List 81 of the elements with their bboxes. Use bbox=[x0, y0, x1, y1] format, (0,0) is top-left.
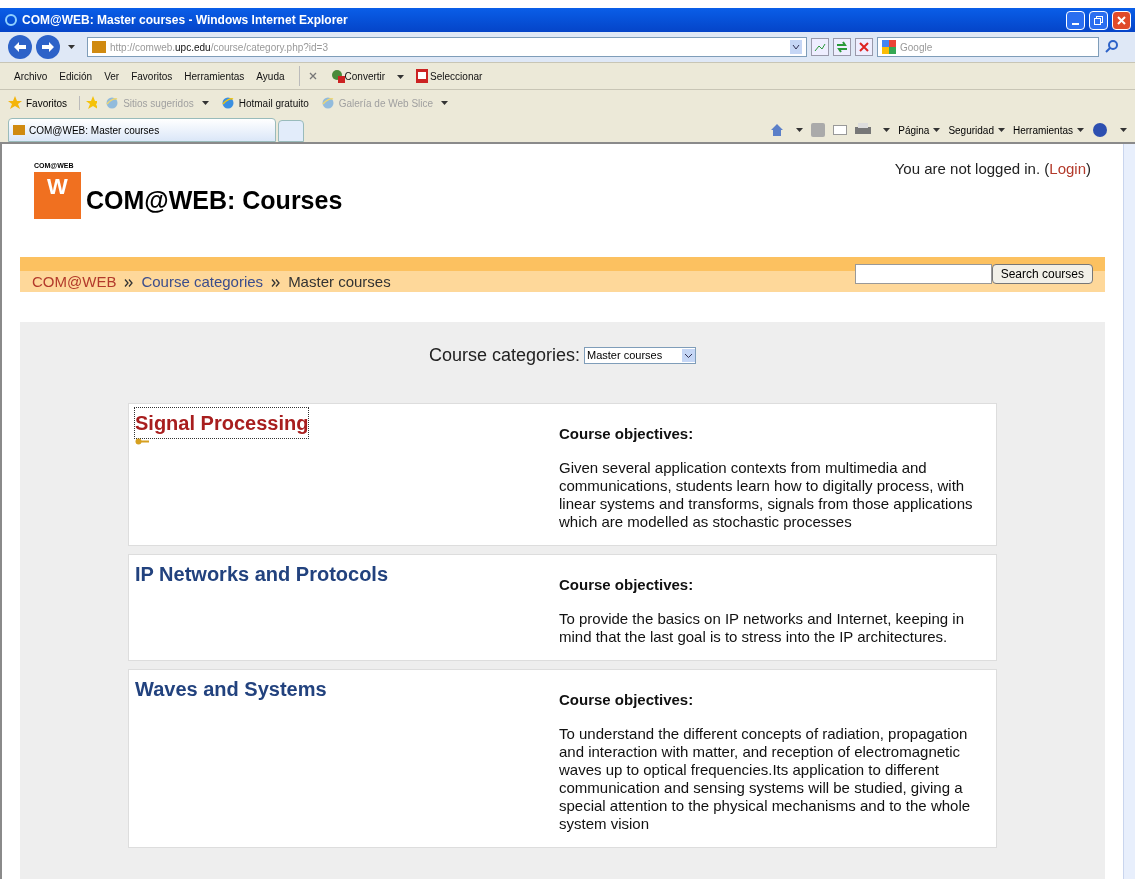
stop-icon[interactable] bbox=[855, 38, 873, 56]
site-icon bbox=[13, 125, 25, 135]
course-title-link[interactable]: IP Networks and Protocols bbox=[135, 559, 389, 589]
mail-icon[interactable] bbox=[833, 125, 848, 135]
caret-icon bbox=[933, 128, 941, 132]
caret-icon bbox=[397, 74, 405, 79]
caret-icon bbox=[201, 101, 209, 105]
objectives-heading: Course objectives: bbox=[559, 576, 695, 594]
restore-icon bbox=[1094, 15, 1103, 25]
login-link[interactable]: Login bbox=[1049, 160, 1086, 177]
logo: W bbox=[34, 172, 81, 219]
course-title-link[interactable]: Signal Processing bbox=[135, 408, 309, 438]
breadcrumb-separator-icon bbox=[124, 278, 134, 287]
site-heading: COM@WEB: Courses bbox=[86, 185, 343, 216]
globe-icon bbox=[105, 96, 120, 110]
course-description: To provide the basics on IP networks and Internet, keeping in mind that the last goal is to stress into the IP architectures. bbox=[559, 610, 965, 646]
globe-icon bbox=[220, 96, 235, 110]
command-menu[interactable]: Seguridad bbox=[948, 122, 1005, 138]
category-label: Course categories: bbox=[428, 344, 581, 367]
close-button[interactable] bbox=[1112, 10, 1131, 30]
course-description: To understand the different concepts of radiation, propagation and interaction with matter, and reception of electromagnetic waves up to optical frequencies.Its application to different communication and sensing systems will be studied, giving a special attention to the physical mechanisms and to the whole system vision bbox=[559, 725, 972, 833]
browser-logo-icon bbox=[4, 13, 18, 27]
command-menu[interactable]: Herramientas bbox=[1012, 122, 1084, 138]
star-icon bbox=[8, 96, 22, 110]
scrollbar[interactable] bbox=[1123, 144, 1135, 879]
category-select[interactable]: Master courses bbox=[584, 347, 697, 364]
forward-button[interactable] bbox=[36, 35, 60, 59]
breadcrumb-item[interactable]: Course categories bbox=[141, 271, 264, 294]
menu-item[interactable]: Edición bbox=[53, 68, 99, 84]
menu-item[interactable]: Favoritos bbox=[125, 68, 179, 84]
close-icon bbox=[1117, 15, 1126, 25]
objectives-heading: Course objectives: bbox=[559, 691, 695, 709]
course-search-field[interactable] bbox=[854, 263, 992, 284]
caret-icon bbox=[796, 128, 804, 132]
minimize-button[interactable] bbox=[1066, 10, 1085, 30]
browser-tab[interactable]: COM@WEB: Master courses bbox=[8, 118, 276, 142]
course-description: Given several application contexts from multimedia and communications, students learn how to digitally process, with linear systems and transforms, signals from those applications which are modelled as stochastic processes bbox=[559, 459, 974, 531]
restore-button[interactable] bbox=[1089, 10, 1108, 30]
pdf-page-icon bbox=[416, 69, 431, 83]
back-arrow-icon bbox=[14, 42, 26, 52]
pdf-globe-icon bbox=[330, 69, 345, 83]
menu-item[interactable]: Ver bbox=[98, 68, 126, 84]
menu-item[interactable]: Ayuda bbox=[250, 68, 291, 84]
menu-item[interactable]: Archivo bbox=[8, 68, 54, 84]
site-icon bbox=[92, 41, 106, 53]
objectives-heading: Course objectives: bbox=[559, 425, 695, 443]
caret-icon bbox=[68, 45, 75, 49]
select-button[interactable]: Seleccionar bbox=[430, 68, 483, 84]
home-icon[interactable] bbox=[770, 123, 785, 137]
search-provider-icon bbox=[882, 40, 896, 54]
caret-icon bbox=[997, 128, 1005, 132]
url-text: http://comweb.upc.edu/course/category.php?id=3 bbox=[110, 40, 329, 55]
login-status: You are not logged in. (Login) bbox=[894, 159, 1092, 179]
favorites-button[interactable]: Favoritos bbox=[26, 95, 68, 111]
breadcrumb-item: Master courses bbox=[288, 272, 391, 293]
compatibility-icon[interactable] bbox=[811, 38, 829, 56]
search-field[interactable]: Google bbox=[877, 37, 1099, 57]
globe-icon bbox=[320, 96, 335, 110]
window-title: COM@WEB: Master courses - Windows Internet Explorer bbox=[22, 12, 348, 29]
menu-item[interactable]: Herramientas bbox=[178, 68, 251, 84]
forward-arrow-icon bbox=[42, 42, 54, 52]
dropdown-icon bbox=[682, 349, 696, 362]
address-field[interactable]: http://comweb.upc.edu/course/category.php?id=3 bbox=[87, 37, 807, 57]
caret-icon bbox=[441, 101, 449, 105]
search-courses-button[interactable]: Search courses bbox=[991, 263, 1093, 284]
caret-icon bbox=[883, 128, 891, 132]
breadcrumb-item[interactable]: COM@WEB bbox=[32, 271, 117, 294]
print-icon[interactable] bbox=[855, 123, 872, 137]
refresh-icon[interactable] bbox=[833, 38, 851, 56]
back-button[interactable] bbox=[8, 35, 32, 59]
caret-icon bbox=[1120, 128, 1127, 132]
favorites-link[interactable]: Hotmail gratuito bbox=[238, 95, 309, 111]
course-title-link[interactable]: Waves and Systems bbox=[135, 674, 327, 704]
dropdown-icon[interactable] bbox=[790, 40, 802, 54]
search-input[interactable]: Google bbox=[900, 39, 1094, 55]
command-menu[interactable]: Página bbox=[898, 122, 941, 138]
convert-menu[interactable]: Convertir bbox=[344, 68, 386, 84]
close-toolbar-icon[interactable] bbox=[309, 72, 318, 80]
caret-icon bbox=[1077, 128, 1084, 132]
breadcrumb-separator-icon bbox=[271, 278, 281, 287]
minimize-icon bbox=[1072, 22, 1079, 25]
